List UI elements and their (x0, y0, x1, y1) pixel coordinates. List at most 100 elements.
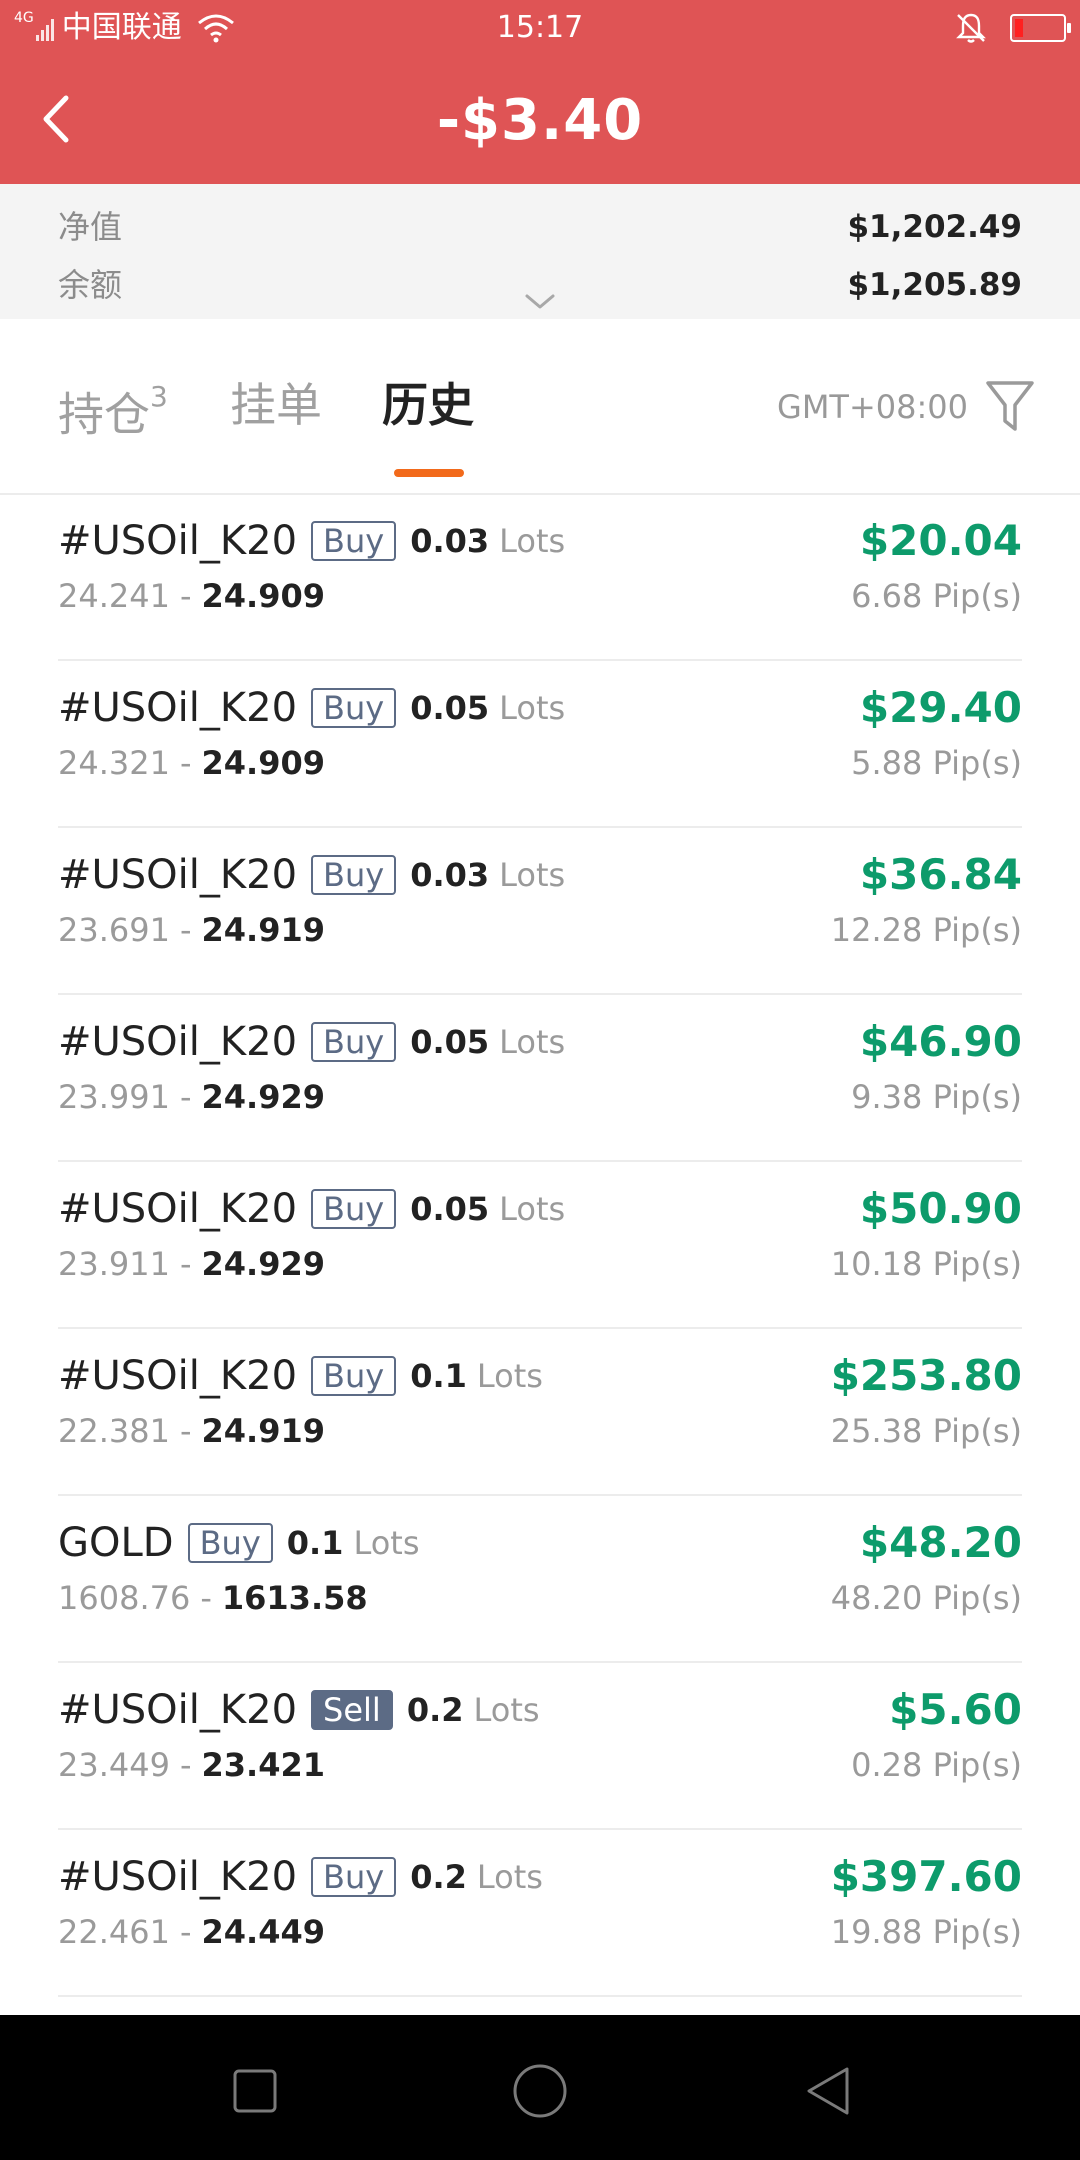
floating-pl-title: -$3.40 (436, 88, 644, 153)
trade-lots-unit: Lots (473, 1691, 540, 1729)
open-price: 22.461 (58, 1913, 170, 1951)
open-price: 23.991 (58, 1078, 170, 1116)
trade-side-badge: Buy (311, 1189, 397, 1229)
back-triangle-icon (807, 2067, 849, 2115)
trade-pips: 6.68 Pip(s) (851, 577, 1022, 615)
trade-lots: 0.1 (410, 1357, 467, 1395)
open-price: 24.321 (58, 744, 170, 782)
trade-lots-unit: Lots (499, 856, 566, 894)
tab-positions[interactable]: 持仓3 (58, 375, 168, 444)
home-circle-icon (513, 2064, 567, 2118)
trade-lots-unit: Lots (499, 689, 566, 727)
list-item[interactable]: #USOil_K20 Buy 0.1 Lots 22.381-24.919 $2… (58, 1329, 1022, 1496)
trade-pips: 9.38 Pip(s) (851, 1078, 1022, 1116)
trade-side-badge: Sell (311, 1690, 393, 1730)
open-price: 23.691 (58, 911, 170, 949)
trade-prices: 1608.76-1613.58 (58, 1576, 368, 1620)
list-item[interactable]: #USOil_K20 Buy 0.05 Lots 23.911-24.929 $… (58, 1162, 1022, 1329)
balance-value: $1,205.89 (847, 267, 1022, 303)
close-price: 24.449 (201, 1913, 325, 1951)
trade-symbol: #USOil_K20 (58, 1854, 298, 1900)
trade-profit: $48.20 (859, 1518, 1022, 1567)
equity-row: 净值 $1,202.49 (58, 199, 1022, 255)
trade-lots: 0.05 (410, 1190, 490, 1228)
trade-side-badge: Buy (311, 1857, 397, 1897)
chevron-down-icon[interactable] (523, 292, 557, 312)
trade-side-badge: Buy (187, 1523, 273, 1563)
close-price: 24.919 (201, 911, 325, 949)
trade-header: #USOil_K20 Buy 0.1 Lots (58, 1351, 543, 1401)
trade-symbol: #USOil_K20 (58, 1186, 298, 1232)
trade-header: #USOil_K20 Buy 0.05 Lots (58, 1184, 565, 1234)
trade-symbol: #USOil_K20 (58, 685, 298, 731)
tab-label: 挂单 (230, 378, 322, 432)
trade-profit: $253.80 (830, 1351, 1022, 1400)
trade-lots: 0.03 (410, 856, 490, 894)
close-price: 23.421 (201, 1746, 325, 1784)
recents-button[interactable] (215, 2051, 295, 2131)
trade-profit: $46.90 (859, 1017, 1022, 1066)
open-price: 23.911 (58, 1245, 170, 1283)
trade-header: #USOil_K20 Sell 0.2 Lots (58, 1685, 540, 1735)
price-separator: - (179, 1245, 192, 1283)
price-separator: - (179, 577, 192, 615)
trade-profit: $20.04 (859, 516, 1022, 565)
active-tab-indicator (394, 469, 464, 477)
trade-header: #USOil_K20 Buy 0.03 Lots (58, 850, 565, 900)
trade-prices: 23.911-24.929 (58, 1242, 325, 1286)
filter-icon[interactable] (984, 377, 1036, 437)
home-button[interactable] (500, 2051, 580, 2131)
trade-pips: 10.18 Pip(s) (830, 1245, 1022, 1283)
close-price: 24.909 (201, 744, 325, 782)
back-nav-button[interactable] (788, 2051, 868, 2131)
trade-symbol: #USOil_K20 (58, 1019, 298, 1065)
tab-history[interactable]: 历史 (382, 375, 474, 435)
list-item[interactable]: #USOil_K20 Buy 0.05 Lots 24.321-24.909 $… (58, 661, 1022, 828)
trade-side-badge: Buy (311, 688, 397, 728)
list-item[interactable]: GOLD Buy 0.1 Lots 1608.76-1613.58 $48.20… (58, 1496, 1022, 1663)
trade-prices: 24.321-24.909 (58, 741, 325, 785)
trade-prices: 23.691-24.919 (58, 908, 325, 952)
close-price: 1613.58 (221, 1579, 368, 1617)
account-summary[interactable]: 净值 $1,202.49 余额 $1,205.89 (0, 184, 1080, 319)
trade-profit: $397.60 (830, 1852, 1022, 1901)
open-price: 23.449 (58, 1746, 170, 1784)
open-price: 24.241 (58, 577, 170, 615)
trade-side-badge: Buy (311, 855, 397, 895)
trade-lots-unit: Lots (499, 1190, 566, 1228)
trade-header: #USOil_K20 Buy 0.2 Lots (58, 1852, 543, 1902)
trade-lots: 0.1 (286, 1524, 344, 1562)
balance-label: 余额 (58, 266, 123, 304)
list-item[interactable]: #USOil_K20 Buy 0.03 Lots 24.241-24.909 $… (58, 494, 1022, 661)
price-separator: - (200, 1579, 212, 1617)
list-item[interactable]: #USOil_K20 Buy 0.05 Lots 23.991-24.929 $… (58, 995, 1022, 1162)
close-price: 24.929 (201, 1245, 325, 1283)
tab-label: 持仓 (58, 387, 150, 442)
battery-icon (1010, 14, 1071, 42)
trade-prices: 23.449-23.421 (58, 1743, 325, 1787)
tab-pending-orders[interactable]: 挂单 (230, 375, 322, 435)
trade-lots: 0.03 (410, 522, 490, 560)
trade-lots-unit: Lots (499, 522, 566, 560)
trade-profit: $36.84 (859, 850, 1022, 899)
tab-bar: 持仓3 挂单 历史 GMT+08:00 (0, 319, 1080, 495)
list-item[interactable]: #USOil_K20 Buy 0.03 Lots 23.691-24.919 $… (58, 828, 1022, 995)
trade-side-badge: Buy (311, 1022, 397, 1062)
status-right (954, 0, 1071, 56)
list-item[interactable]: #USOil_K20 Sell 0.2 Lots 23.449-23.421 $… (58, 1663, 1022, 1830)
trade-lots: 0.05 (410, 1023, 490, 1061)
trade-header: #USOil_K20 Buy 0.03 Lots (58, 516, 565, 566)
list-item[interactable]: #USOil_K20 Buy 0.2 Lots 22.461-24.449 $3… (58, 1830, 1022, 1997)
trade-profit: $29.40 (859, 683, 1022, 732)
trade-prices: 22.381-24.919 (58, 1409, 325, 1453)
trade-symbol: #USOil_K20 (58, 1687, 298, 1733)
trade-symbol: GOLD (58, 1520, 174, 1566)
trade-prices: 22.461-24.449 (58, 1910, 325, 1954)
equity-value: $1,202.49 (847, 209, 1022, 245)
close-price: 24.929 (201, 1078, 325, 1116)
close-price: 24.909 (201, 577, 325, 615)
trade-prices: 23.991-24.929 (58, 1075, 325, 1119)
trade-pips: 0.28 Pip(s) (851, 1746, 1022, 1784)
trade-symbol: #USOil_K20 (58, 852, 298, 898)
tab-label: 历史 (382, 378, 474, 432)
